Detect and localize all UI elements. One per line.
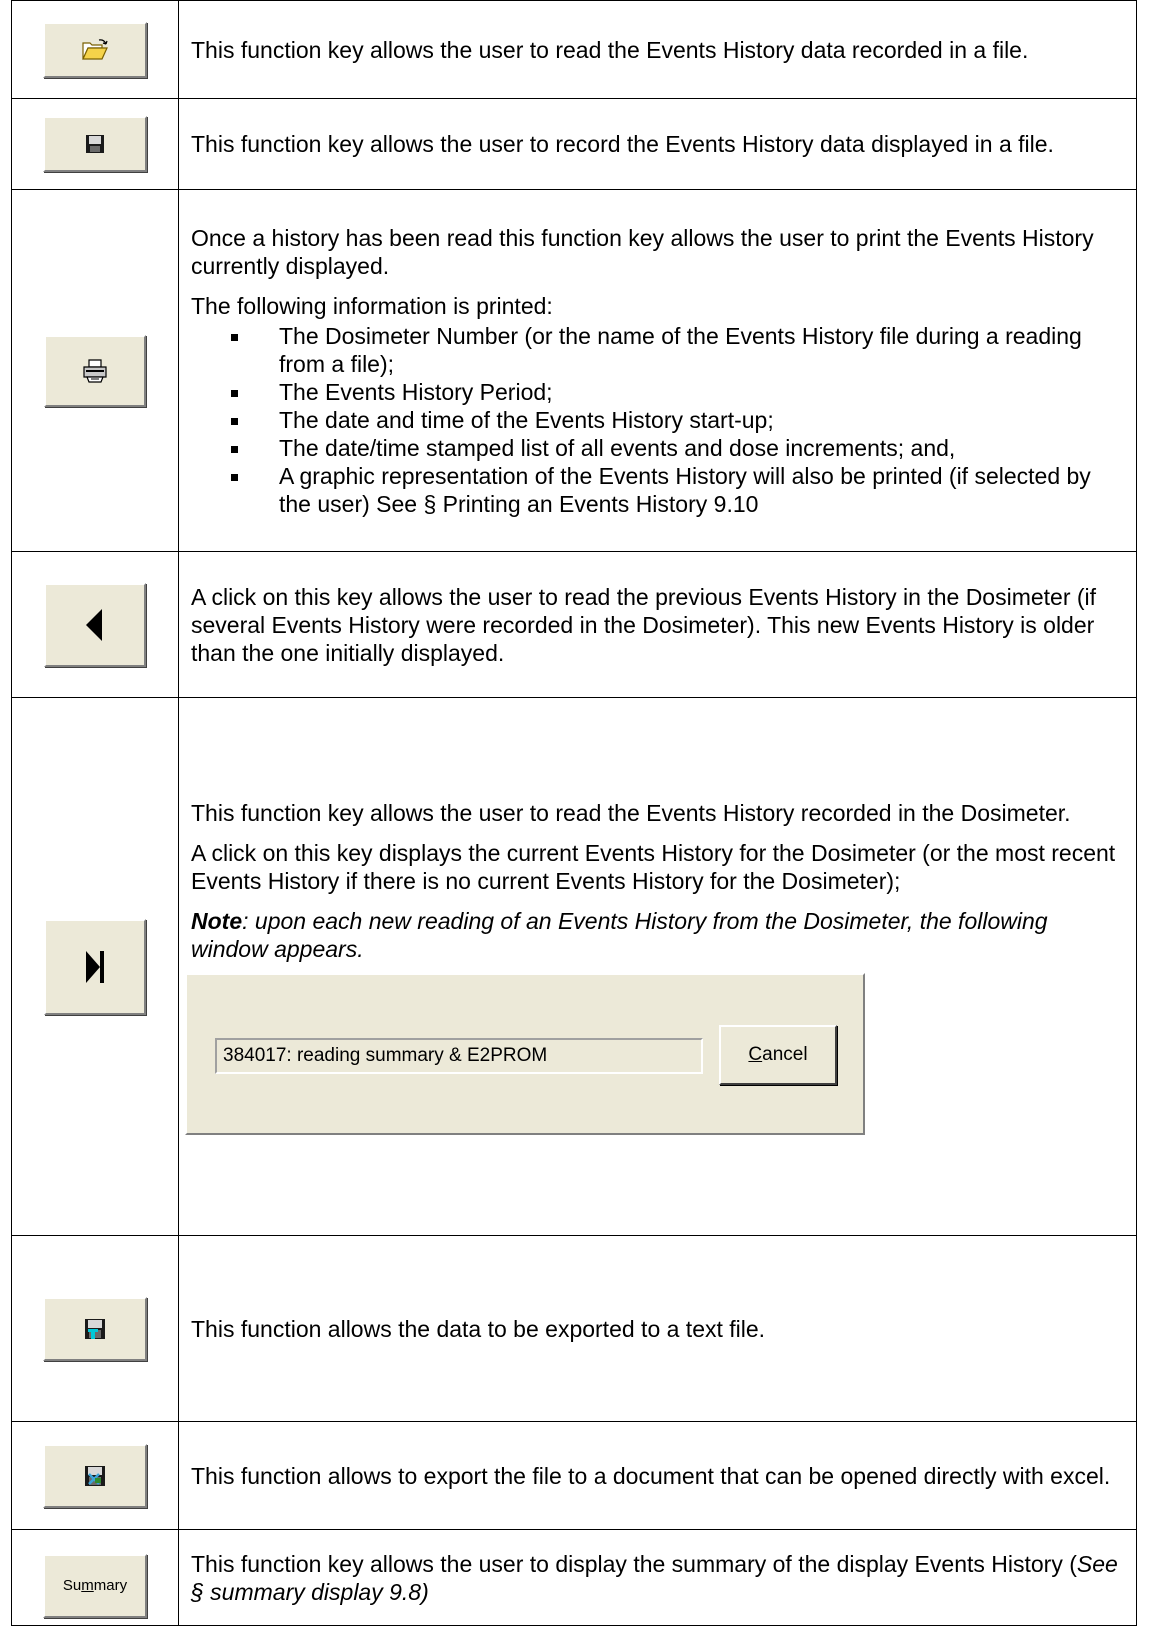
export-excel-button[interactable] bbox=[43, 1443, 147, 1508]
export-excel-description: This function allows to export the file … bbox=[191, 1462, 1111, 1489]
row-previous: A click on this key allows the user to r… bbox=[11, 551, 1137, 698]
skip-to-end-icon bbox=[83, 950, 107, 984]
row-open: This function key allows the user to rea… bbox=[11, 0, 1137, 99]
export-text-description: This function allows the data to be expo… bbox=[191, 1315, 766, 1342]
description-cell: This function key allows the user to rea… bbox=[178, 697, 1137, 1236]
description-cell: This function key allows the user to dis… bbox=[178, 1529, 1137, 1626]
key-cell bbox=[11, 1235, 179, 1422]
open-folder-icon bbox=[82, 38, 108, 61]
export-text-button[interactable] bbox=[43, 1296, 147, 1361]
cancel-label: ancel bbox=[762, 1043, 808, 1065]
list-item: A graphic representation of the Events H… bbox=[191, 462, 1124, 518]
summary-text: This function key allows the user to dis… bbox=[191, 1550, 1077, 1577]
row-export-text: This function allows the data to be expo… bbox=[11, 1235, 1137, 1422]
summary-button[interactable]: Su m mary bbox=[43, 1553, 147, 1618]
open-button[interactable] bbox=[43, 21, 147, 78]
current-description-2: A click on this key displays the current… bbox=[191, 839, 1116, 894]
list-item: The Events History Period; bbox=[191, 378, 1124, 406]
key-cell bbox=[11, 551, 179, 698]
list-item: The date/time stamped list of all events… bbox=[191, 434, 1124, 462]
row-export-excel: This function allows to export the file … bbox=[11, 1421, 1137, 1530]
description-cell: This function key allows the user to rec… bbox=[178, 98, 1137, 190]
export-text-icon bbox=[83, 1317, 107, 1341]
note-text: Note: upon each new reading of an Events… bbox=[191, 907, 1124, 963]
description-cell: This function allows the data to be expo… bbox=[178, 1235, 1137, 1422]
note-label: Note bbox=[191, 907, 243, 934]
print-list-title: The following information is printed: bbox=[191, 292, 553, 319]
description-cell: This function key allows the user to rea… bbox=[178, 0, 1137, 99]
previous-button[interactable] bbox=[44, 582, 146, 667]
save-description: This function key allows the user to rec… bbox=[191, 131, 1054, 157]
row-save: This function key allows the user to rec… bbox=[11, 98, 1137, 190]
description-cell: Once a history has been read this functi… bbox=[178, 189, 1137, 552]
summary-label-post: mary bbox=[93, 1577, 128, 1594]
key-cell bbox=[11, 697, 179, 1236]
current-description-1: This function key allows the user to rea… bbox=[191, 799, 1071, 826]
description-cell: A click on this key allows the user to r… bbox=[178, 551, 1137, 698]
row-summary: Su m mary This function key allows the use… bbox=[11, 1529, 1137, 1626]
key-cell bbox=[11, 0, 179, 99]
status-field: 384017: reading summary & E2PROM bbox=[215, 1037, 703, 1074]
key-cell bbox=[11, 189, 179, 552]
row-current: This function key allows the user to rea… bbox=[11, 697, 1137, 1236]
summary-description: This function key allows the user to dis… bbox=[191, 1550, 1124, 1606]
export-excel-icon bbox=[83, 1464, 107, 1488]
row-print: Once a history has been read this functi… bbox=[11, 189, 1137, 552]
cancel-accelerator: C bbox=[748, 1043, 763, 1065]
summary-accelerator: m bbox=[81, 1577, 94, 1594]
key-cell bbox=[11, 98, 179, 190]
print-button[interactable] bbox=[44, 334, 146, 407]
list-item: The Dosimeter Number (or the name of the… bbox=[191, 322, 1124, 378]
current-history-button[interactable] bbox=[44, 918, 146, 1015]
function-keys-table: This function key allows the user to rea… bbox=[11, 0, 1137, 1626]
open-description: This function key allows the user to rea… bbox=[191, 36, 1029, 63]
summary-label-pre: Su bbox=[62, 1577, 82, 1594]
save-disk-icon bbox=[85, 134, 105, 154]
list-item: The date and time of the Events History … bbox=[191, 406, 1124, 434]
print-intro: Once a history has been read this functi… bbox=[191, 224, 1094, 279]
note-body: : upon each new reading of an Events His… bbox=[191, 907, 1048, 962]
save-button[interactable] bbox=[43, 116, 147, 172]
printer-icon bbox=[82, 358, 108, 383]
reading-progress-dialog: 384017: reading summary & E2PROM Cancel bbox=[185, 972, 865, 1135]
previous-triangle-icon bbox=[83, 608, 107, 642]
printed-info-list: The Dosimeter Number (or the name of the… bbox=[191, 322, 1124, 518]
description-cell: This function allows to export the file … bbox=[178, 1421, 1137, 1530]
key-cell: Su m mary bbox=[11, 1529, 179, 1626]
cancel-button[interactable]: Cancel bbox=[719, 1024, 837, 1085]
key-cell bbox=[11, 1421, 179, 1530]
previous-description: A click on this key allows the user to r… bbox=[191, 583, 1097, 666]
